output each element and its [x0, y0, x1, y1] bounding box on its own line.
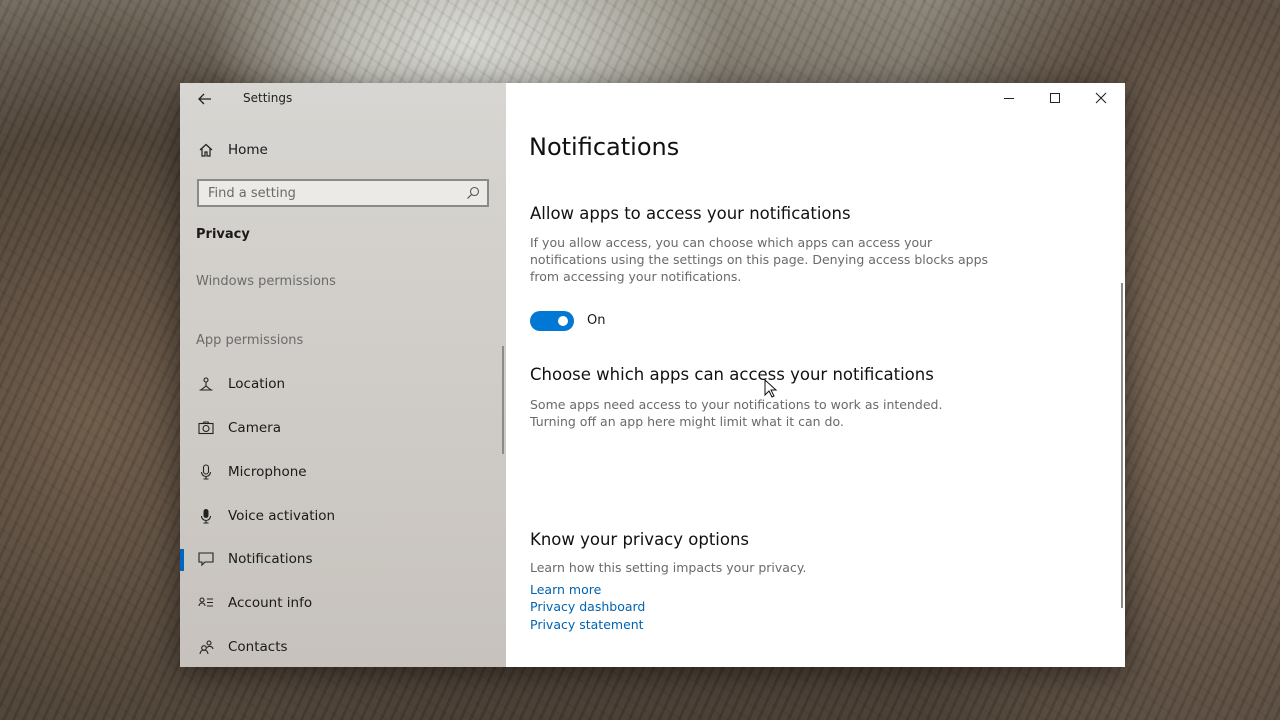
voice-activation-icon: [197, 507, 215, 525]
privacy-options-description: Learn how this setting impacts your priv…: [530, 560, 807, 575]
sidebar-item-label: Account info: [228, 595, 313, 611]
page-title: Notifications: [529, 133, 680, 161]
close-button[interactable]: [1078, 83, 1124, 113]
maximize-button[interactable]: [1032, 83, 1078, 113]
contacts-icon: [197, 638, 215, 656]
allow-access-heading: Allow apps to access your notifications: [530, 204, 851, 223]
sidebar: Settings Home Privacy Windows permission…: [180, 83, 506, 667]
sidebar-item-home[interactable]: Home: [180, 136, 506, 164]
sidebar-item-notifications[interactable]: Notifications: [180, 541, 506, 577]
allow-access-description: If you allow access, you can choose whic…: [530, 235, 989, 284]
location-icon: [197, 375, 215, 393]
home-label: Home: [228, 142, 268, 158]
learn-more-link[interactable]: Learn more: [530, 582, 601, 597]
privacy-dashboard-link[interactable]: Privacy dashboard: [530, 599, 645, 614]
back-button[interactable]: [192, 88, 218, 110]
back-arrow-icon: [198, 93, 211, 105]
sidebar-item-voice-activation[interactable]: Voice activation: [180, 498, 506, 534]
search-icon[interactable]: [466, 186, 480, 200]
app-title: Settings: [243, 91, 293, 105]
sidebar-item-location[interactable]: Location: [180, 366, 506, 402]
sidebar-item-camera[interactable]: Camera: [180, 410, 506, 446]
sidebar-item-label: Contacts: [228, 639, 288, 655]
sidebar-item-contacts[interactable]: Contacts: [180, 629, 506, 665]
choose-apps-description: Some apps need access to your notificati…: [530, 397, 943, 429]
toggle-state-label: On: [587, 313, 606, 328]
privacy-options-heading: Know your privacy options: [530, 530, 750, 549]
sidebar-item-label: Microphone: [228, 464, 307, 480]
search-box: [197, 179, 489, 207]
camera-icon: [197, 419, 215, 437]
toggle-knob: [558, 316, 568, 326]
content-scrollbar[interactable]: [1121, 283, 1123, 608]
title-bar: Settings: [180, 83, 506, 115]
section-title: Privacy: [196, 227, 250, 242]
sidebar-item-label: Notifications: [228, 551, 313, 567]
sidebar-scrollbar[interactable]: [502, 346, 504, 454]
mouse-cursor-icon: [764, 379, 778, 398]
notifications-access-toggle[interactable]: [530, 311, 574, 331]
minimize-button[interactable]: [986, 83, 1032, 113]
content-pane: Notifications Allow apps to access your …: [506, 83, 1125, 667]
home-icon: [197, 141, 215, 159]
sidebar-item-microphone[interactable]: Microphone: [180, 454, 506, 490]
sidebar-item-account-info[interactable]: Account info: [180, 585, 506, 621]
search-input[interactable]: [199, 181, 458, 205]
sidebar-item-label: Camera: [228, 420, 281, 436]
app-permissions-label: App permissions: [196, 333, 304, 348]
maximize-icon: [1050, 93, 1060, 103]
privacy-statement-link[interactable]: Privacy statement: [530, 617, 644, 632]
windows-permissions-label: Windows permissions: [196, 274, 336, 289]
sidebar-item-label: Voice activation: [228, 508, 336, 524]
notifications-icon: [197, 550, 215, 568]
microphone-icon: [197, 463, 215, 481]
minimize-icon: [1004, 98, 1014, 99]
settings-window: Settings Home Privacy Windows permission…: [180, 83, 1125, 667]
choose-apps-heading: Choose which apps can access your notifi…: [530, 365, 934, 384]
close-icon: [1095, 92, 1107, 104]
sidebar-item-label: Location: [228, 376, 286, 392]
account-info-icon: [197, 594, 215, 612]
